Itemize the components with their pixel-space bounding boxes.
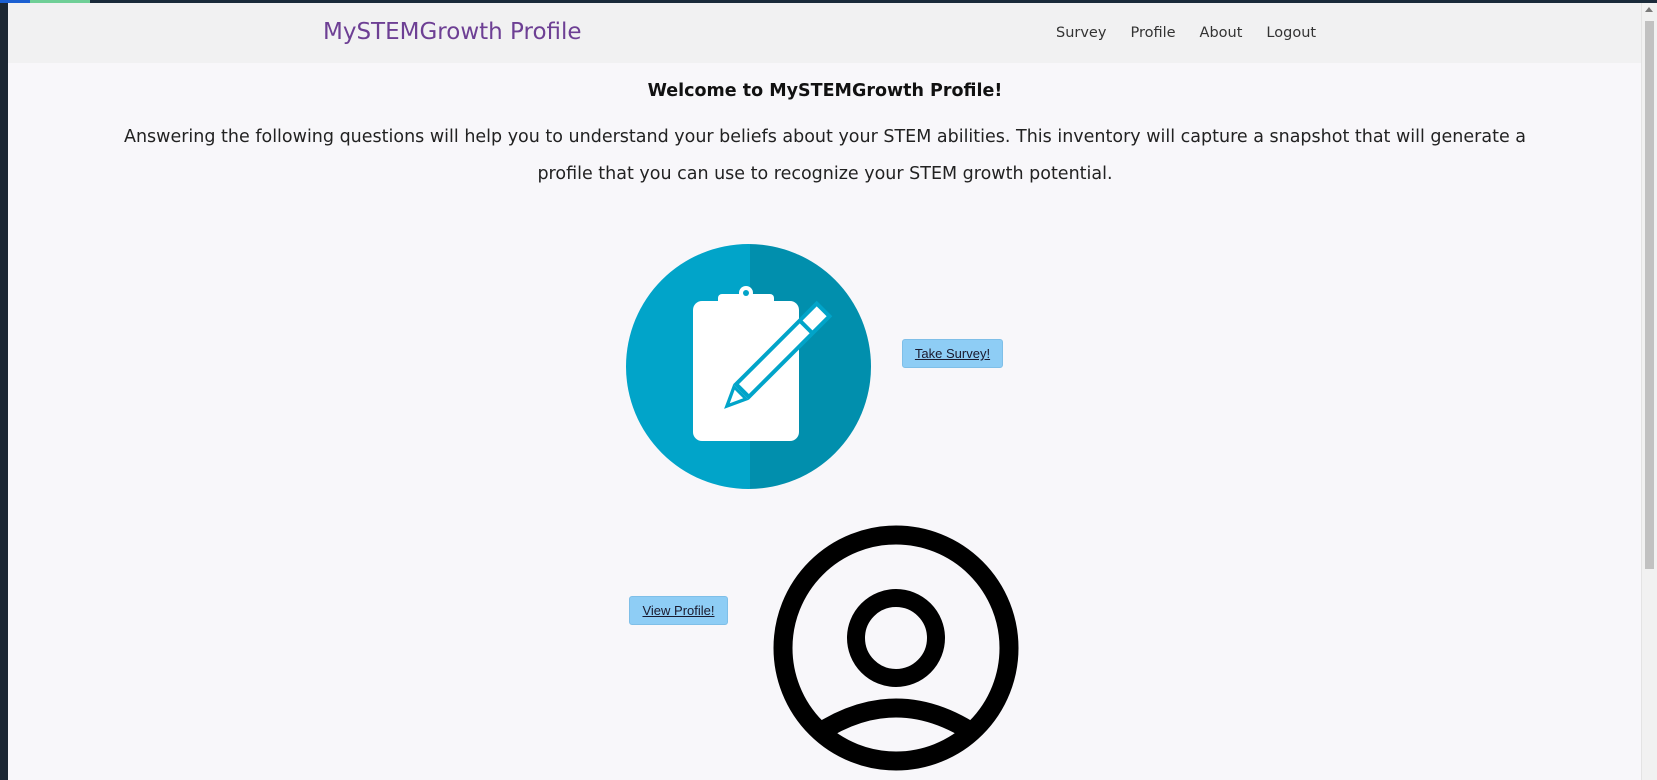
view-profile-button[interactable]: View Profile! — [629, 596, 728, 625]
take-survey-button[interactable]: Take Survey! — [902, 339, 1003, 368]
intro-text: Answering the following questions will h… — [123, 127, 1527, 184]
brand-link[interactable]: MySTEMGrowth Profile — [323, 19, 582, 45]
navbar: MySTEMGrowth Profile Survey Profile Abou… — [8, 3, 1642, 63]
page-title: Welcome to MySTEMGrowth Profile! — [647, 81, 1003, 101]
nav-link-profile[interactable]: Profile — [1130, 25, 1175, 41]
clipboard-pencil-icon[interactable] — [626, 244, 871, 489]
page-scrollbar[interactable] — [1641, 3, 1657, 780]
nav-link-logout[interactable]: Logout — [1266, 25, 1316, 41]
page-viewport: MySTEMGrowth Profile Survey Profile Abou… — [8, 3, 1642, 780]
nav-link-about[interactable]: About — [1200, 25, 1243, 41]
nav-link-survey[interactable]: Survey — [1056, 25, 1106, 41]
scroll-up-icon[interactable] — [1645, 7, 1653, 12]
window-frame — [0, 0, 8, 780]
nav-links: Survey Profile About Logout — [1056, 25, 1340, 41]
user-circle-icon[interactable] — [772, 524, 1020, 772]
scrollbar-thumb[interactable] — [1645, 21, 1654, 569]
